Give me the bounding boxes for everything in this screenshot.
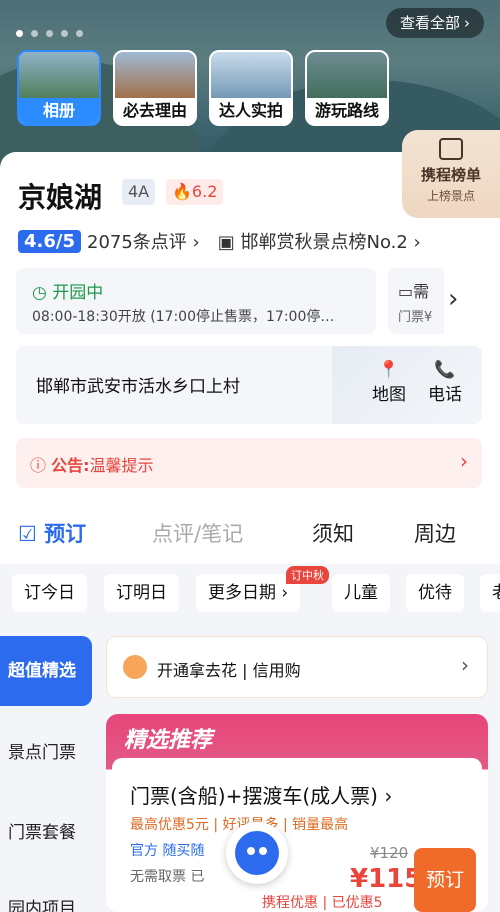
chevron-right-icon: › bbox=[461, 653, 469, 677]
tab-label: 预订 bbox=[44, 522, 87, 546]
dot bbox=[31, 30, 38, 37]
ticket-sub: 门票¥ bbox=[398, 310, 433, 325]
sidebar-item-packages[interactable]: 门票套餐 bbox=[0, 818, 92, 843]
dot bbox=[61, 30, 68, 37]
ticket-label: 需 bbox=[413, 282, 430, 301]
ranking-subtitle: 上榜景点 bbox=[426, 189, 475, 203]
notice-text: 温馨提示 bbox=[89, 456, 154, 475]
reviews-count: 2075条点评 bbox=[87, 232, 187, 253]
gallery-dots bbox=[16, 30, 83, 37]
product-service-tags: 官方 随买随 bbox=[130, 843, 205, 859]
rating-score: 4.6/5 bbox=[18, 229, 81, 253]
thumb-label: 相册 bbox=[19, 98, 99, 124]
ticket-info-box[interactable]: ▭需 门票¥ bbox=[388, 268, 444, 334]
hot-score-badge: 🔥6.2 bbox=[166, 179, 224, 205]
original-price: ¥120 bbox=[370, 844, 409, 862]
opening-hours: 08:00-18:30开放 (17:00停止售票，17:00停… bbox=[32, 309, 335, 325]
recommend-card: 精选推荐 门票(含船)+摆渡车(成人票) › 最高优惠5元 | 好评最多 | 销… bbox=[106, 714, 488, 912]
category-sidebar: 超值精选 景点门票 门票套餐 园内项目 bbox=[0, 626, 100, 912]
thumb-reasons[interactable]: 必去理由 bbox=[113, 50, 197, 126]
chip-label: 更多日期 bbox=[208, 583, 276, 603]
dot bbox=[76, 30, 83, 37]
ranking-title: 携程榜单 bbox=[420, 166, 481, 184]
promo-text: 开通拿去花 | 信用购 bbox=[157, 661, 301, 680]
thumb-label: 游玩路线 bbox=[307, 98, 387, 124]
open-status: 开园中 bbox=[52, 283, 104, 303]
view-all-button[interactable]: 查看全部 › bbox=[385, 8, 484, 38]
ranking-icon: ▣ bbox=[217, 232, 235, 253]
map-label: 地图 bbox=[372, 385, 406, 405]
address-box[interactable]: 邯郸市武安市活水乡口上村 📍 地图 📞 电话 bbox=[16, 346, 482, 424]
price-value: ¥115 bbox=[350, 864, 423, 894]
eye bbox=[259, 847, 267, 855]
sidebar-item-tickets[interactable]: 景点门票 bbox=[0, 738, 92, 763]
chevron-right-icon: › bbox=[464, 14, 470, 32]
tab-booking[interactable]: ☑ 预订 bbox=[18, 518, 86, 548]
book-button[interactable]: 预订 bbox=[414, 848, 476, 912]
reviews-link[interactable]: 2075条点评 › bbox=[87, 228, 200, 254]
eye bbox=[247, 847, 255, 855]
date-chips: 订今日 订明日 更多日期 › 儿童 优待 老 订中秋 bbox=[0, 566, 500, 622]
smile-icon bbox=[123, 655, 147, 679]
chip-more-dates[interactable]: 更多日期 › bbox=[196, 574, 301, 612]
thumb-label: 必去理由 bbox=[115, 98, 195, 124]
mid-autumn-tag: 订中秋 bbox=[286, 566, 329, 584]
main-tabs: ☑ 预订 点评/笔记 须知 周边 bbox=[0, 502, 500, 564]
thumb-routes[interactable]: 游玩路线 bbox=[305, 50, 389, 126]
hot-score: 6.2 bbox=[191, 182, 218, 201]
assistant-button[interactable] bbox=[226, 822, 288, 884]
poi-card: 京娘湖 4A 🔥6.2 携程榜单 上榜景点 4.6/5 2075条点评 › ▣ … bbox=[0, 130, 500, 512]
tab-notes[interactable]: 须知 bbox=[312, 518, 354, 548]
ranking-link[interactable]: ▣ 邯郸赏秋景点榜No.2 › bbox=[218, 228, 421, 254]
discount-label: 携程优惠 | 已优惠5 bbox=[262, 892, 383, 912]
address-text: 邯郸市武安市活水乡口上村 bbox=[36, 377, 240, 397]
chip-tomorrow[interactable]: 订明日 bbox=[104, 574, 179, 612]
info-icon: ⓘ bbox=[30, 456, 47, 475]
product-name: 门票(含船)+摆渡车(成人票) bbox=[130, 784, 378, 808]
chip-concession[interactable]: 优待 bbox=[406, 574, 464, 612]
dot bbox=[16, 30, 23, 37]
opening-hours-box[interactable]: ◷ 开园中 08:00-18:30开放 (17:00停止售票，17:00停… bbox=[16, 268, 376, 334]
phone-button[interactable]: 📞 电话 bbox=[428, 360, 462, 405]
chip-today[interactable]: 订今日 bbox=[12, 574, 87, 612]
phone-label: 电话 bbox=[428, 385, 462, 405]
thumb-album[interactable]: 相册 bbox=[17, 50, 101, 126]
flame-icon: 🔥 bbox=[172, 182, 192, 201]
tab-reviews[interactable]: 点评/笔记 bbox=[152, 518, 243, 548]
credit-promo-bar[interactable]: 开通拿去花 | 信用购 › bbox=[106, 636, 488, 698]
thumb-label: 达人实拍 bbox=[211, 98, 291, 124]
recommend-title: 精选推荐 bbox=[124, 728, 213, 753]
map-button[interactable]: 📍 地图 bbox=[372, 360, 406, 405]
tab-nearby[interactable]: 周边 bbox=[414, 518, 456, 548]
notice-bar[interactable]: ⓘ 公告:温馨提示 › bbox=[16, 438, 482, 488]
grade-badge: 4A bbox=[122, 179, 156, 205]
thumb-photos[interactable]: 达人实拍 bbox=[209, 50, 293, 126]
product-card[interactable]: 门票(含船)+摆渡车(成人票) › 最高优惠5元 | 好评最多 | 销量最高 官… bbox=[112, 758, 482, 912]
view-all-label: 查看全部 bbox=[399, 14, 460, 32]
notice-prefix: 公告: bbox=[51, 456, 90, 475]
phone-icon: 📞 bbox=[434, 360, 456, 380]
chip-child[interactable]: 儿童 bbox=[332, 574, 390, 612]
trophy-icon bbox=[439, 138, 463, 160]
chip-senior[interactable]: 老 bbox=[480, 574, 500, 612]
ticket-icon: ▭ bbox=[398, 282, 414, 301]
ranking-badge[interactable]: 携程榜单 上榜景点 bbox=[402, 130, 500, 218]
location-pin-icon: 📍 bbox=[378, 360, 400, 380]
ranking-text: 邯郸赏秋景点榜No.2 bbox=[240, 232, 408, 253]
chevron-right-icon[interactable]: › bbox=[448, 284, 458, 314]
clock-icon: ◷ bbox=[32, 283, 47, 303]
sidebar-item-featured[interactable]: 超值精选 bbox=[0, 636, 92, 706]
product-ticket-info: 无需取票 已 bbox=[130, 869, 205, 885]
poi-name: 京娘湖 bbox=[18, 181, 103, 214]
chevron-right-icon: › bbox=[460, 449, 468, 473]
assistant-robot-icon bbox=[235, 831, 279, 875]
dot bbox=[46, 30, 53, 37]
checkbox-icon: ☑ bbox=[18, 522, 37, 546]
sidebar-item-park-items[interactable]: 园内项目 bbox=[0, 894, 92, 912]
